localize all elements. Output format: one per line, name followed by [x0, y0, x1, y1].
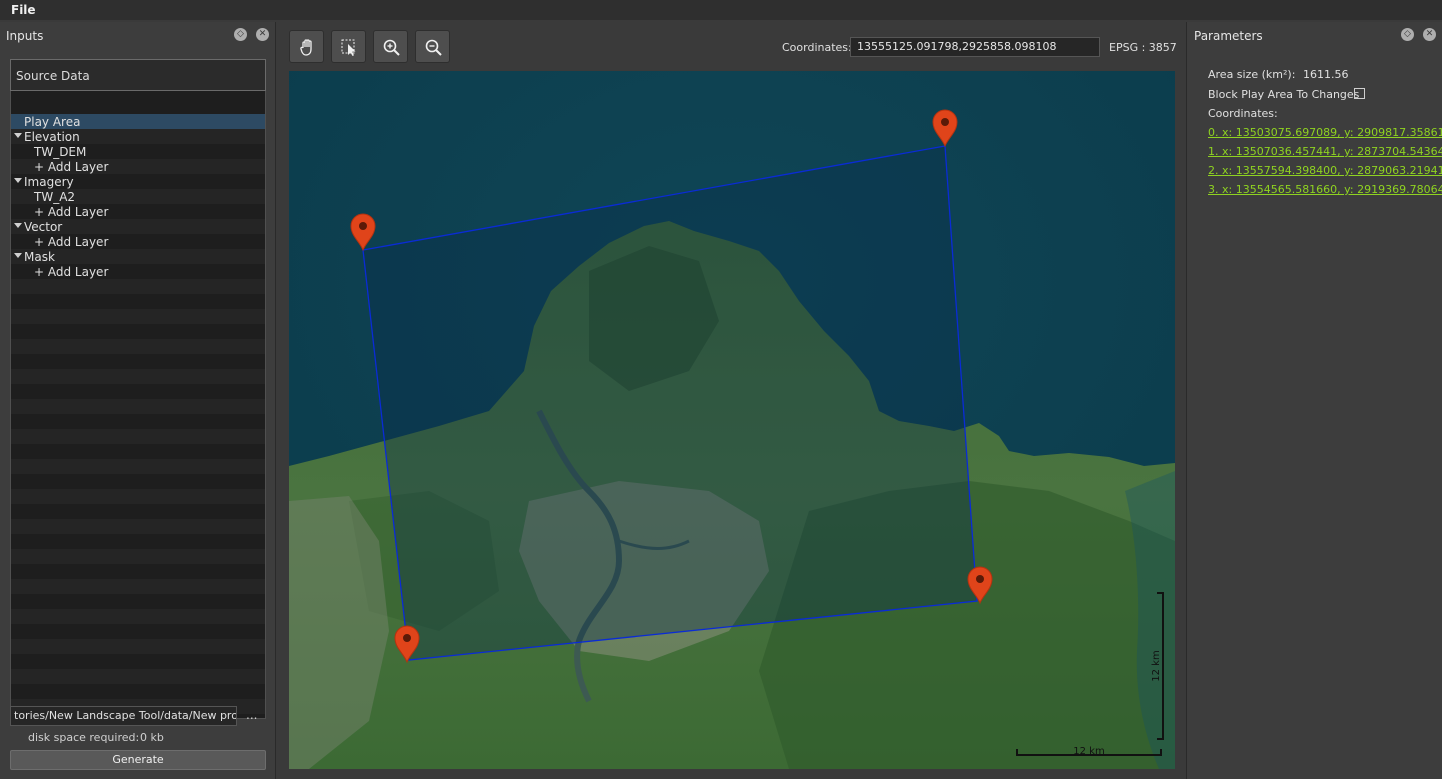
block-play-area-label: Block Play Area To Changes — [1208, 88, 1360, 101]
inputs-panel: Inputs ◇ ✕ Play Area Elevation TW_DEM + Add… — [0, 22, 276, 779]
expand-arrow-icon[interactable] — [14, 253, 22, 258]
tree-empty-row — [11, 549, 265, 564]
float-panel-icon[interactable]: ◇ — [1401, 28, 1414, 41]
tree-item[interactable]: Elevation — [11, 129, 265, 144]
select-cursor-icon — [341, 39, 356, 56]
disk-space-label: disk space required: — [28, 731, 140, 744]
menu-bar: File — [0, 0, 1442, 20]
close-panel-icon[interactable]: ✕ — [1423, 28, 1436, 41]
tree-item[interactable]: TW_A2 — [11, 189, 265, 204]
tree-item-label: + Add Layer — [34, 205, 109, 219]
tree-empty-row — [11, 339, 265, 354]
project-path-field[interactable]: tories/New Landscape Tool/data/New proje… — [10, 706, 237, 726]
inputs-panel-title: Inputs — [6, 29, 44, 43]
tree-empty-row — [11, 399, 265, 414]
tree-empty-row — [11, 594, 265, 609]
coordinate-link-3[interactable]: 3. x: 13554565.581660, y: 2919369.780643 — [1208, 183, 1442, 196]
coordinate-link-0[interactable]: 0. x: 13503075.697089, y: 2909817.358619 — [1208, 126, 1442, 139]
tree-item[interactable]: Mask — [11, 249, 265, 264]
tree-empty-row — [11, 279, 265, 294]
scale-y-label: 12 km — [1151, 650, 1162, 681]
tree-item[interactable]: + Add Layer — [11, 204, 265, 219]
tree-empty-row — [11, 504, 265, 519]
tree-item-label: Elevation — [24, 130, 80, 144]
disk-space-value: 0 kb — [140, 731, 164, 744]
tree-item-label: TW_A2 — [34, 190, 76, 204]
tree-item-label: Imagery — [24, 175, 74, 189]
map-view-panel: Coordinates: 13555125.091798,2925858.098… — [280, 22, 1182, 779]
zoom-in-tool-button[interactable] — [373, 30, 408, 63]
tree-empty-row — [11, 384, 265, 399]
tree-empty-row — [11, 474, 265, 489]
tree-empty-row — [11, 534, 265, 549]
tree-empty-row — [11, 459, 265, 474]
source-data-header-label: Source Data — [16, 69, 90, 83]
generate-button[interactable]: Generate — [10, 750, 266, 770]
tree-empty-row — [11, 624, 265, 639]
tree-item[interactable]: + Add Layer — [11, 264, 265, 279]
area-size-label: Area size (km²): — [1208, 68, 1296, 81]
source-data-tree: Play Area Elevation TW_DEM + Add Layer Image… — [10, 82, 266, 719]
tree-empty-row — [11, 444, 265, 459]
parameters-panel: Parameters ◇ ✕ Area size (km²): 1611.56 … — [1186, 22, 1442, 779]
expand-arrow-icon[interactable] — [14, 178, 22, 183]
satellite-map: 12 km 12 km — [289, 71, 1175, 769]
expand-arrow-icon[interactable] — [14, 133, 22, 138]
tree-empty-row — [11, 609, 265, 624]
tree-empty-row — [11, 519, 265, 534]
coordinate-link-1[interactable]: 1. x: 13507036.457441, y: 2873704.543648 — [1208, 145, 1442, 158]
parameters-panel-title: Parameters — [1194, 29, 1263, 43]
tree-empty-row — [11, 414, 265, 429]
zoom-in-icon — [383, 39, 400, 56]
area-size-value: 1611.56 — [1303, 68, 1349, 81]
tree-empty-row — [11, 669, 265, 684]
zoom-out-tool-button[interactable] — [415, 30, 450, 63]
tree-empty-row — [11, 294, 265, 309]
tree-empty-row — [11, 654, 265, 669]
map-canvas[interactable]: 12 km 12 km — [289, 71, 1175, 769]
tree-item-label: + Add Layer — [34, 160, 109, 174]
tree-item[interactable]: Imagery — [11, 174, 265, 189]
tree-empty-row — [11, 324, 265, 339]
coordinates-label: Coordinates: — [782, 41, 852, 54]
tree-item-label: Vector — [24, 220, 63, 234]
coordinate-link-2[interactable]: 2. x: 13557594.398400, y: 2879063.219418 — [1208, 164, 1442, 177]
hand-icon — [300, 39, 312, 56]
tree-item[interactable]: Play Area — [11, 114, 265, 129]
tree-empty-row — [11, 489, 265, 504]
source-data-header: Source Data — [10, 59, 266, 91]
tree-empty-row — [11, 639, 265, 654]
expand-arrow-icon[interactable] — [14, 223, 22, 228]
coordinates-list-label: Coordinates: — [1208, 107, 1278, 120]
pan-tool-button[interactable] — [289, 30, 324, 63]
float-panel-icon[interactable]: ◇ — [234, 28, 247, 41]
tree-item[interactable]: + Add Layer — [11, 234, 265, 249]
scale-x-label: 12 km — [1073, 746, 1104, 757]
epsg-label: EPSG : 3857 — [1109, 41, 1177, 54]
tree-item-label: TW_DEM — [34, 145, 87, 159]
tree-item[interactable]: TW_DEM — [11, 144, 265, 159]
tree-empty-row — [11, 684, 265, 699]
tree-empty-row — [11, 354, 265, 369]
menu-file[interactable]: File — [11, 3, 36, 17]
tree-item-label: Play Area — [24, 115, 81, 129]
tree-item-label: + Add Layer — [34, 265, 109, 279]
tree-empty-row — [11, 309, 265, 324]
close-panel-icon[interactable]: ✕ — [256, 28, 269, 41]
browse-button[interactable]: ... — [246, 708, 257, 722]
tree-item-label: Mask — [24, 250, 55, 264]
select-tool-button[interactable] — [331, 30, 366, 63]
tree-item[interactable]: Vector — [11, 219, 265, 234]
block-play-area-checkbox[interactable] — [1354, 88, 1365, 99]
zoom-out-icon — [425, 39, 442, 56]
tree-empty-row — [11, 369, 265, 384]
tree-empty-row — [11, 579, 265, 594]
tree-item[interactable]: + Add Layer — [11, 159, 265, 174]
tree-item-label: + Add Layer — [34, 235, 109, 249]
tree-empty-row — [11, 564, 265, 579]
tree-empty-row — [11, 429, 265, 444]
coordinates-field[interactable]: 13555125.091798,2925858.098108 — [850, 37, 1100, 57]
